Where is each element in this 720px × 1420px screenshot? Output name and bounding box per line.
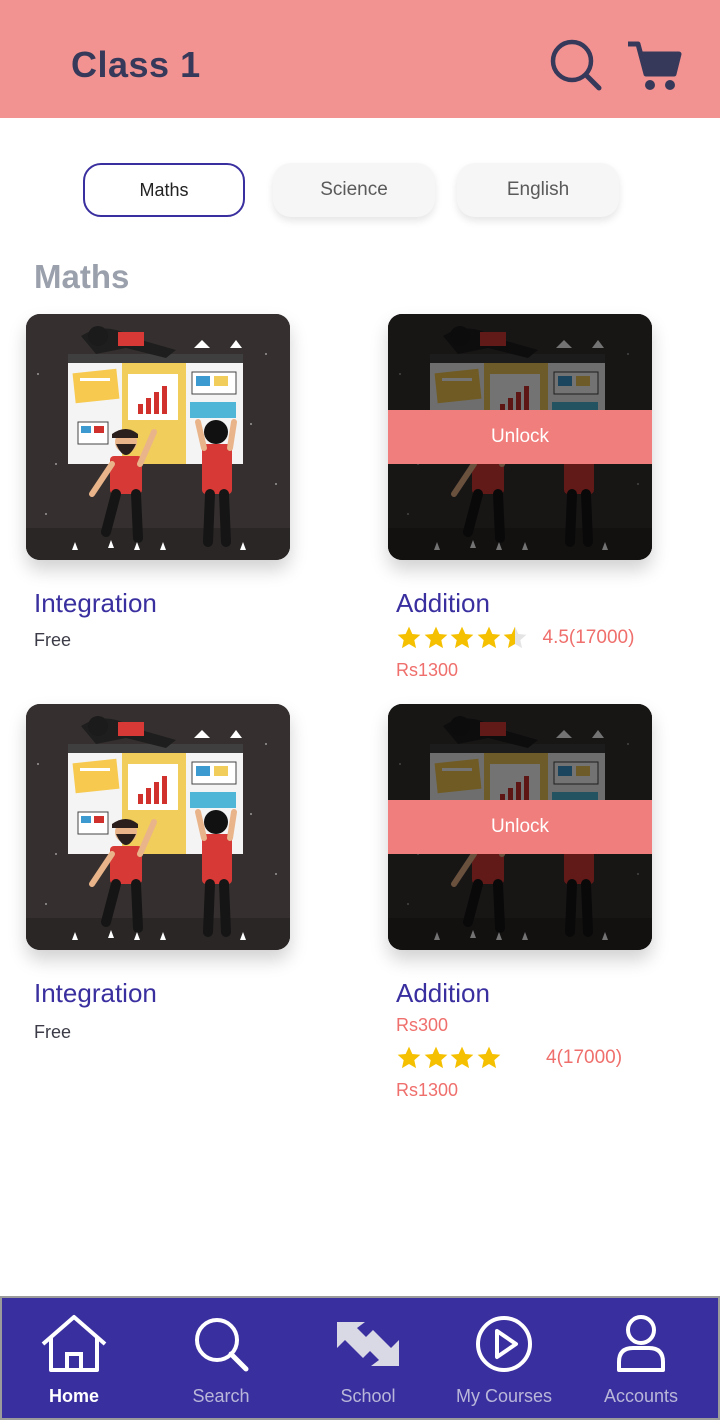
tab-science[interactable]: Science [273,163,435,217]
nav-search-label: Search [192,1386,250,1406]
star-icon [397,1046,421,1069]
nav-home[interactable]: Home [38,1298,110,1420]
bottom-nav: Home Search School My Courses Accounts [0,1296,720,1420]
course-thumbnail[interactable] [26,704,290,950]
rating-row: 4.5(17000) [396,625,634,651]
search-icon[interactable] [546,36,606,96]
user-icon [606,1314,676,1374]
unlock-button[interactable]: Unlock [388,410,652,464]
star-icon [450,626,474,649]
star-rating [396,625,529,651]
course-old-price: Rs300 [396,1015,449,1035]
nav-home-label: Home [48,1386,99,1406]
page-title: Class 1 [71,44,201,85]
nav-school[interactable]: School [333,1298,403,1420]
star-icon [397,626,421,649]
unlock-button[interactable]: Unlock [388,800,652,854]
nav-accounts-label: Accounts [603,1386,679,1406]
app-header: Class 1 [0,0,720,118]
nav-my-courses-label: My Courses [455,1386,553,1406]
nav-school-label: School [340,1386,396,1406]
play-icon [469,1314,539,1374]
course-price: Rs1300 [396,660,459,680]
course-title[interactable]: Integration [34,978,157,1009]
star-icon [450,1046,474,1069]
course-price-free: Free [34,1022,72,1042]
star-icon [424,1046,447,1069]
course-title[interactable]: Addition [396,978,490,1009]
course-title[interactable]: Integration [34,588,157,619]
star-icon [477,1046,500,1069]
star-icon [477,626,500,649]
course-thumbnail[interactable] [26,314,290,560]
course-price: Rs1300 [396,1080,459,1100]
star-icon [503,626,527,649]
home-icon [39,1314,109,1374]
search-icon [186,1314,256,1374]
tab-english[interactable]: English [457,163,619,217]
star-rating [396,1045,502,1071]
course-thumbnail-locked[interactable]: Unlock [388,704,652,950]
course-title[interactable]: Addition [396,588,490,619]
cart-icon[interactable] [624,36,684,96]
course-thumbnail-locked[interactable]: Unlock [388,314,652,560]
tab-maths[interactable]: Maths [83,163,245,217]
school-icon [333,1314,403,1374]
nav-accounts[interactable]: Accounts [598,1298,684,1420]
rating-count: 4.5(17000) [542,627,635,648]
nav-search[interactable]: Search [186,1298,256,1420]
course-price-free: Free [34,630,72,650]
rating-row: 4(17000) [396,1045,622,1071]
nav-my-courses[interactable]: My Courses [450,1298,558,1420]
star-icon [424,626,447,649]
rating-count: 4(17000) [546,1047,623,1068]
section-title: Maths [34,258,130,295]
